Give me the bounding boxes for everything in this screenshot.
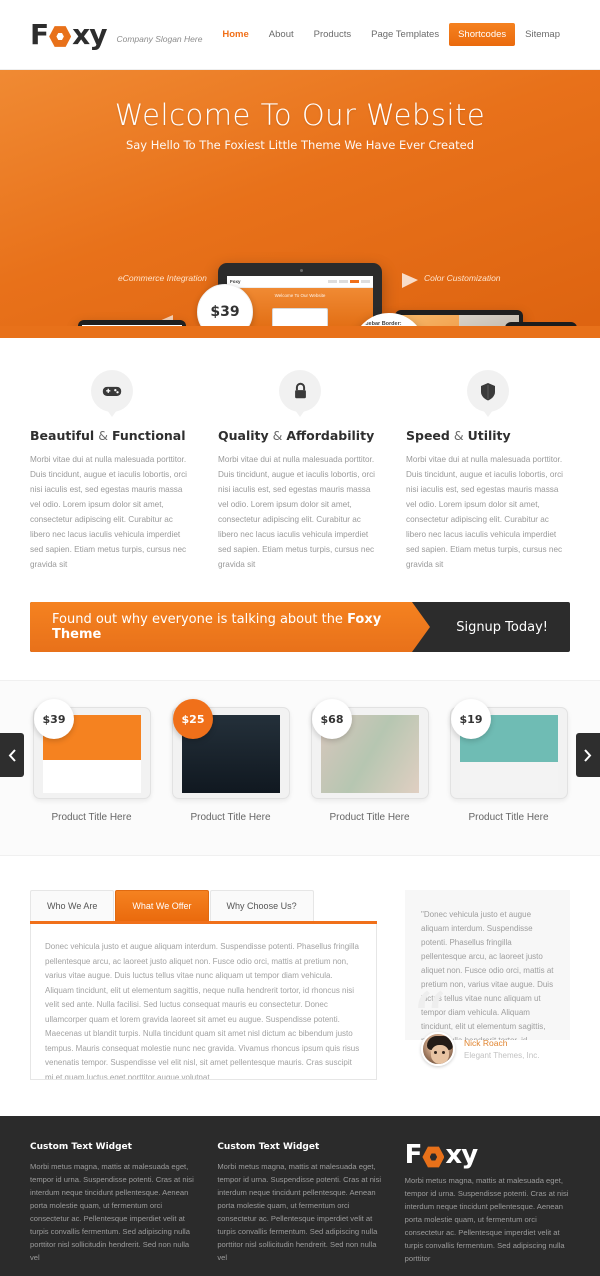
testimonial-author-org: Elegant Themes, Inc. [464,1051,540,1060]
tab-panel-text: Donec vehicula justo et augue aliquam in… [45,942,360,1080]
hero-callout-color: Color Customization [424,273,501,283]
signup-today-button[interactable]: Signup Today! [456,620,570,635]
hero-subtitle: Say Hello To The Foxiest Little Theme We… [125,138,475,152]
nav-item-about[interactable]: About [259,23,304,46]
nav-item-products[interactable]: Products [304,23,362,46]
nav-item-shortcodes[interactable]: Shortcodes [449,23,516,46]
hero-banner: Welcome To Our Website Say Hello To The … [0,70,600,338]
feature-column-2: Quality & Affordability Morbi vitae dui … [218,370,382,572]
tabs-widget: Who We Are What We Offer Why Choose Us? … [30,890,377,1080]
tab-what-we-offer[interactable]: What We Offer [115,890,209,921]
product-title[interactable]: Product Title Here [167,812,294,823]
cta-message-area: Found out why everyone is talking about … [30,602,430,652]
product-title[interactable]: Product Title Here [28,812,155,823]
logo-text: F xy [30,17,107,51]
feature-column-1: Beautiful & Functional Morbi vitae dui a… [30,370,194,572]
testimonial-widget: “ "Donec vehicula justo et augue aliquam… [405,890,570,1080]
hero-bottom-stripe [0,326,600,338]
feature-body-3: Morbi vitae dui at nulla malesuada portt… [406,455,564,569]
tab-why-choose-us[interactable]: Why Choose Us? [209,890,314,921]
logo-letter-f: F [30,17,49,51]
cta-banner: Found out why everyone is talking about … [30,602,570,652]
footer-widget-3-body: Morbi metus magna, mattis at malesuada e… [404,1176,569,1263]
product-price-badge: $68 [312,699,352,739]
product-title[interactable]: Product Title Here [445,812,572,823]
logo[interactable]: F xy Company Slogan Here [30,17,203,51]
hero-arrow-right-icon [382,273,418,288]
product-carousel: $39 Product Title Here $25 Product Title… [0,680,600,856]
chevron-right-icon [584,748,592,762]
gamepad-icon [91,370,133,412]
footer-logo[interactable]: F xy [405,1142,570,1168]
footer-widget-1-body: Morbi metus magna, mattis at malesuada e… [30,1162,194,1262]
product-price-badge: $19 [451,699,491,739]
footer-widget-3: F xy Morbi metus magna, mattis at malesu… [405,1142,570,1266]
footer-widget-2: Custom Text Widget Morbi metus magna, ma… [217,1142,382,1266]
product-price-badge: $25 [173,699,213,739]
footer-widget-1-title: Custom Text Widget [30,1142,132,1152]
tab-panel: Donec vehicula justo et augue aliquam in… [30,924,377,1080]
page-root: F xy Company Slogan Here Home About Prod… [0,0,600,1276]
carousel-item[interactable]: $25 Product Title Here [167,699,294,823]
footer-widget-2-title: Custom Text Widget [217,1142,320,1152]
cta-text: Found out why everyone is talking about … [52,612,382,642]
site-header: F xy Company Slogan Here Home About Prod… [0,0,600,70]
shield-icon [467,370,509,412]
avatar [421,1032,455,1066]
nav-item-page-templates[interactable]: Page Templates [361,23,449,46]
feature-title-3: Speed & Utility [406,428,511,443]
feature-body-1: Morbi vitae dui at nulla malesuada portt… [30,455,188,569]
hero-callout-ecommerce: eCommerce Integration [118,273,207,283]
logo-letters-xy: xy [72,17,107,51]
nav-item-home[interactable]: Home [212,23,258,46]
carousel-prev-button[interactable] [0,733,24,777]
site-footer: Custom Text Widget Morbi metus magna, ma… [0,1116,600,1276]
footer-logo-letter-f: F [404,1140,423,1170]
feature-body-2: Morbi vitae dui at nulla malesuada portt… [218,455,376,569]
logo-slogan: Company Slogan Here [116,33,203,44]
tabs-bar: Who We Are What We Offer Why Choose Us? [30,890,377,924]
feature-title-2: Quality & Affordability [218,428,375,443]
feature-title-1: Beautiful & Functional [30,428,186,443]
content-section: Who We Are What We Offer Why Choose Us? … [0,856,600,1116]
primary-nav: Home About Products Page Templates Short… [212,23,570,46]
testimonial-box: “ "Donec vehicula justo et augue aliquam… [405,890,570,1040]
footer-widget-2-body: Morbi metus magna, mattis at malesuada e… [217,1162,382,1262]
footer-widget-1: Custom Text Widget Morbi metus magna, ma… [30,1142,195,1266]
feature-column-3: Speed & Utility Morbi vitae dui at nulla… [406,370,570,572]
hero-title: Welcome To Our Website [114,98,486,132]
carousel-item[interactable]: $68 Product Title Here [306,699,433,823]
carousel-next-button[interactable] [576,733,600,777]
carousel-item[interactable]: $39 Product Title Here [28,699,155,823]
cta-section: Found out why everyone is talking about … [0,602,600,652]
chevron-left-icon [8,748,16,762]
tab-who-we-are[interactable]: Who We Are [30,890,115,921]
hexagon-icon [422,1146,445,1168]
carousel-track: $39 Product Title Here $25 Product Title… [0,699,600,823]
hexagon-icon [49,26,72,48]
nav-item-sitemap[interactable]: Sitemap [515,23,570,46]
product-title[interactable]: Product Title Here [306,812,433,823]
testimonial-author-name: Nick Roach [464,1038,508,1048]
features-section: Beautiful & Functional Morbi vitae dui a… [0,338,600,598]
carousel-item[interactable]: $19 Product Title Here [445,699,572,823]
lock-icon [279,370,321,412]
footer-logo-letters-xy: xy [445,1140,478,1170]
product-price-badge: $39 [34,699,74,739]
testimonial-author-block: Nick Roach Elegant Themes, Inc. [405,1026,570,1066]
